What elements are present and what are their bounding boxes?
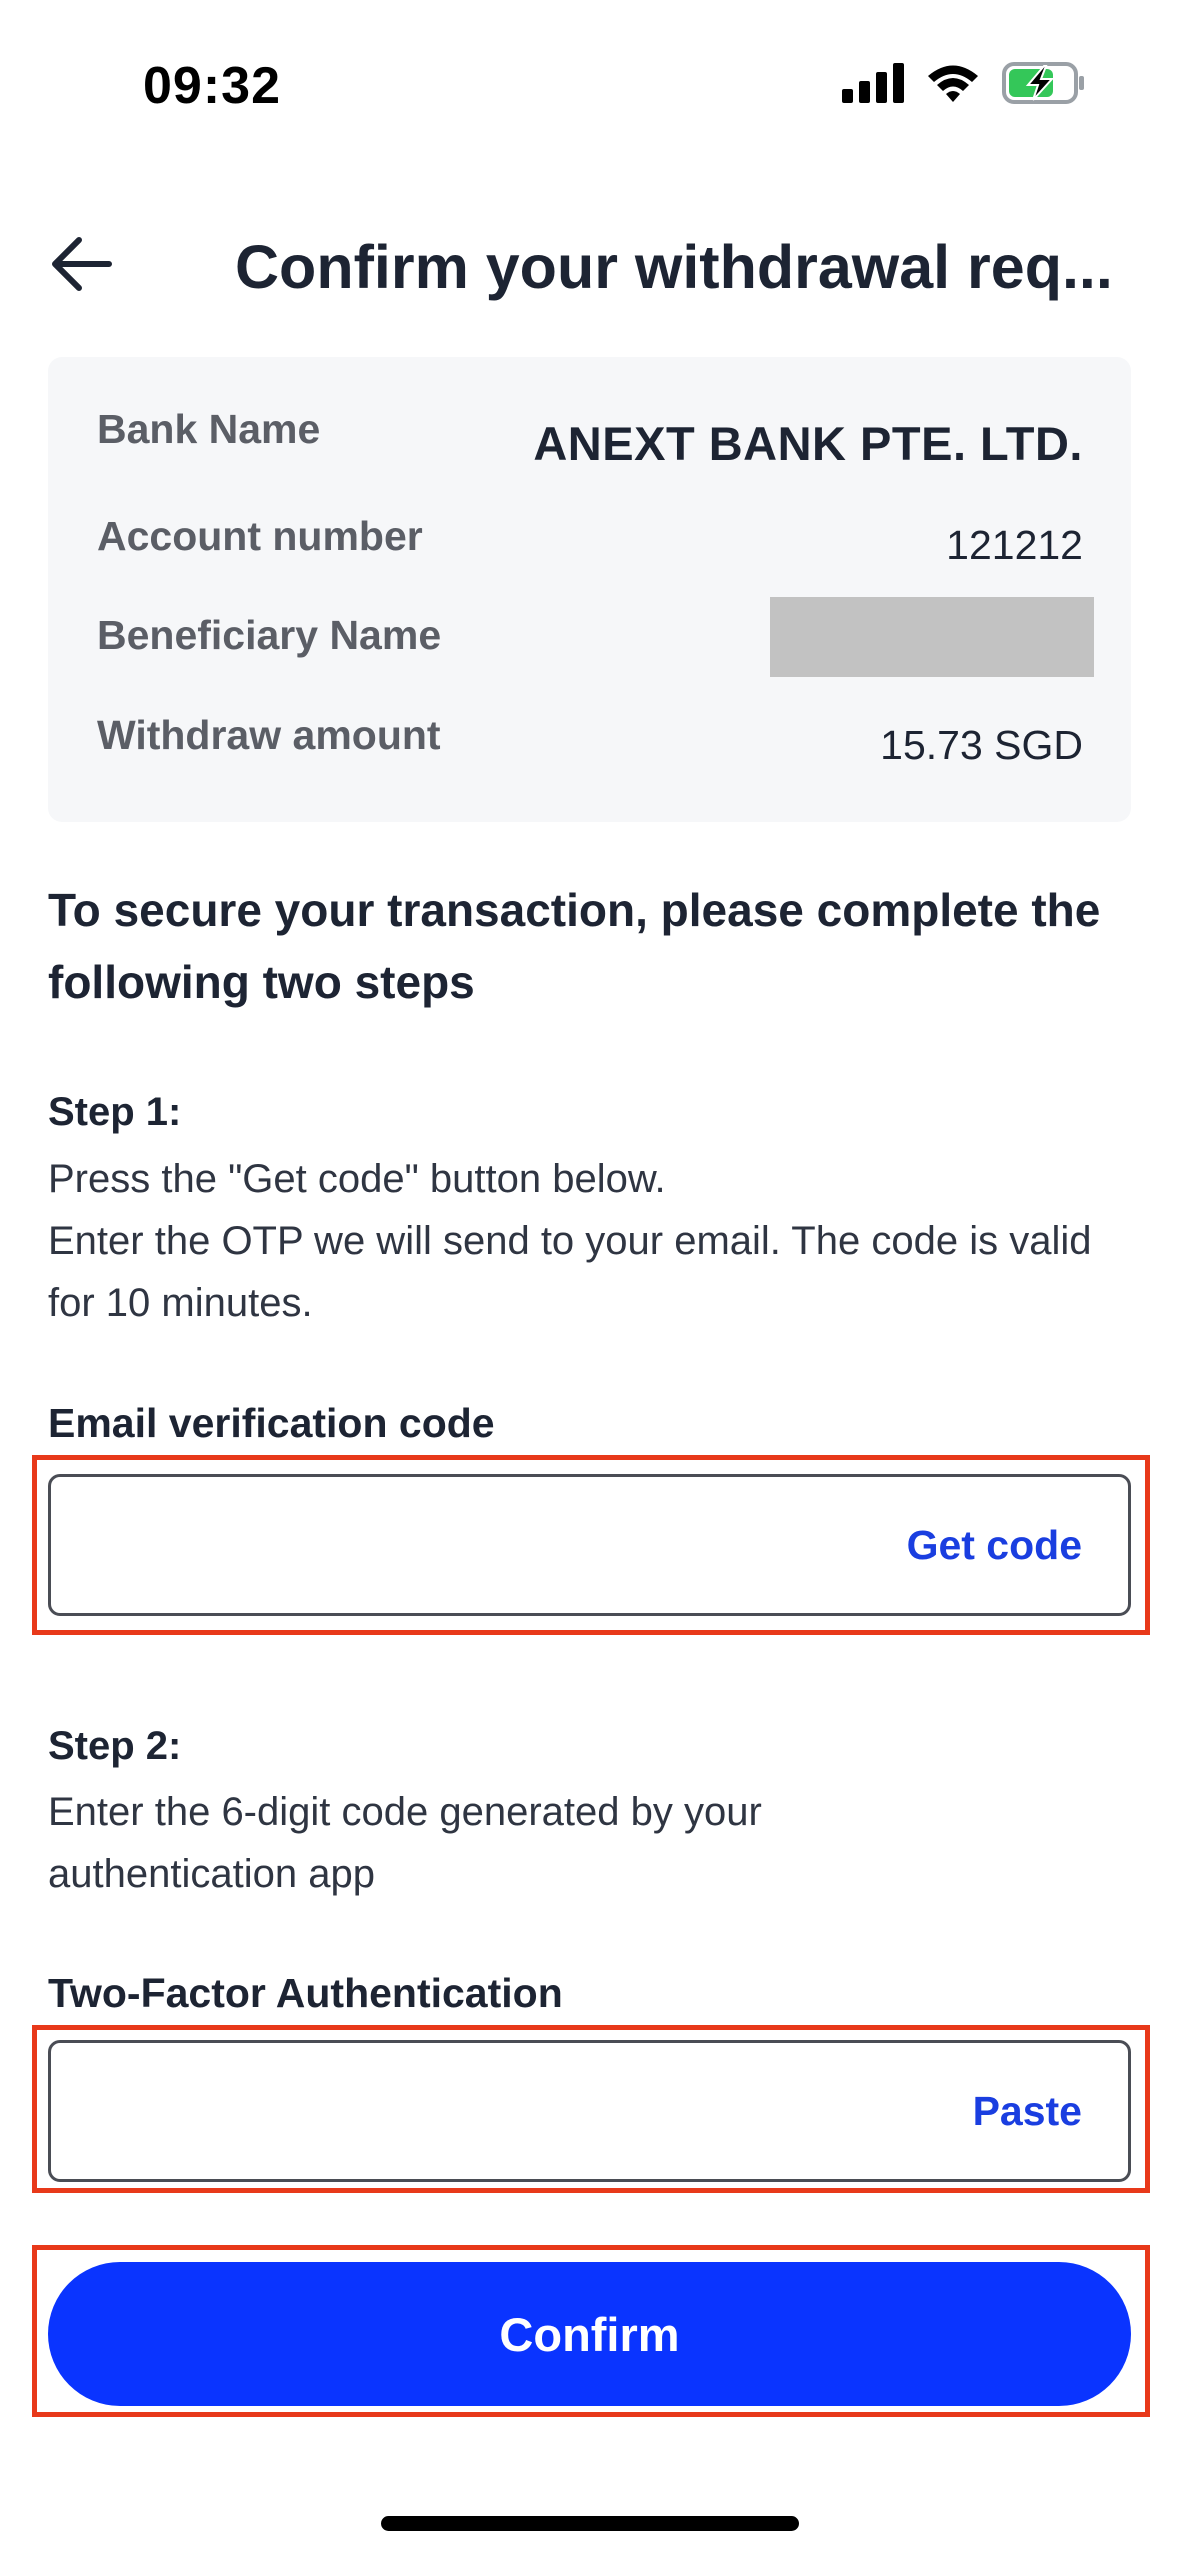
bank-name-label: Bank Name [97,406,321,452]
status-icons [842,62,1086,104]
account-number-label: Account number [97,513,423,559]
email-code-label: Email verification code [48,1400,495,1446]
get-code-button[interactable]: Get code [907,1522,1082,1569]
withdraw-amount-value: 15.73 SGD [880,722,1083,768]
step1-title: Step 1: [48,1090,182,1134]
step1-line2: Enter the OTP we will send to your email… [48,1219,1092,1325]
cellular-signal-icon [842,63,904,103]
email-code-input[interactable]: Get code [48,1474,1131,1616]
step2-text: Enter the 6-digit code generated by your… [48,1790,762,1896]
page-title: Confirm your withdrawal req... [235,233,1113,301]
beneficiary-name-redacted [770,597,1094,677]
confirm-button[interactable]: Confirm [48,2262,1131,2406]
back-button[interactable] [45,228,117,300]
home-indicator [381,2516,799,2531]
instructions-heading: To secure your transaction, please compl… [48,884,1101,1008]
step1-line1: Press the "Get code" button below. [48,1157,666,1201]
wifi-icon [928,65,978,102]
status-time: 09:32 [143,57,281,115]
two-factor-label: Two-Factor Authentication [48,1970,563,2016]
paste-button[interactable]: Paste [973,2088,1082,2135]
bank-name-value: ANEXT BANK PTE. LTD. [533,417,1083,470]
step2-title: Step 2: [48,1724,182,1768]
beneficiary-name-label: Beneficiary Name [97,612,442,658]
account-number-value: 121212 [946,522,1083,568]
withdraw-amount-label: Withdraw amount [97,712,441,758]
two-factor-input[interactable]: Paste [48,2040,1131,2182]
battery-charging-icon [1002,62,1084,104]
arrow-left-icon [52,237,112,291]
